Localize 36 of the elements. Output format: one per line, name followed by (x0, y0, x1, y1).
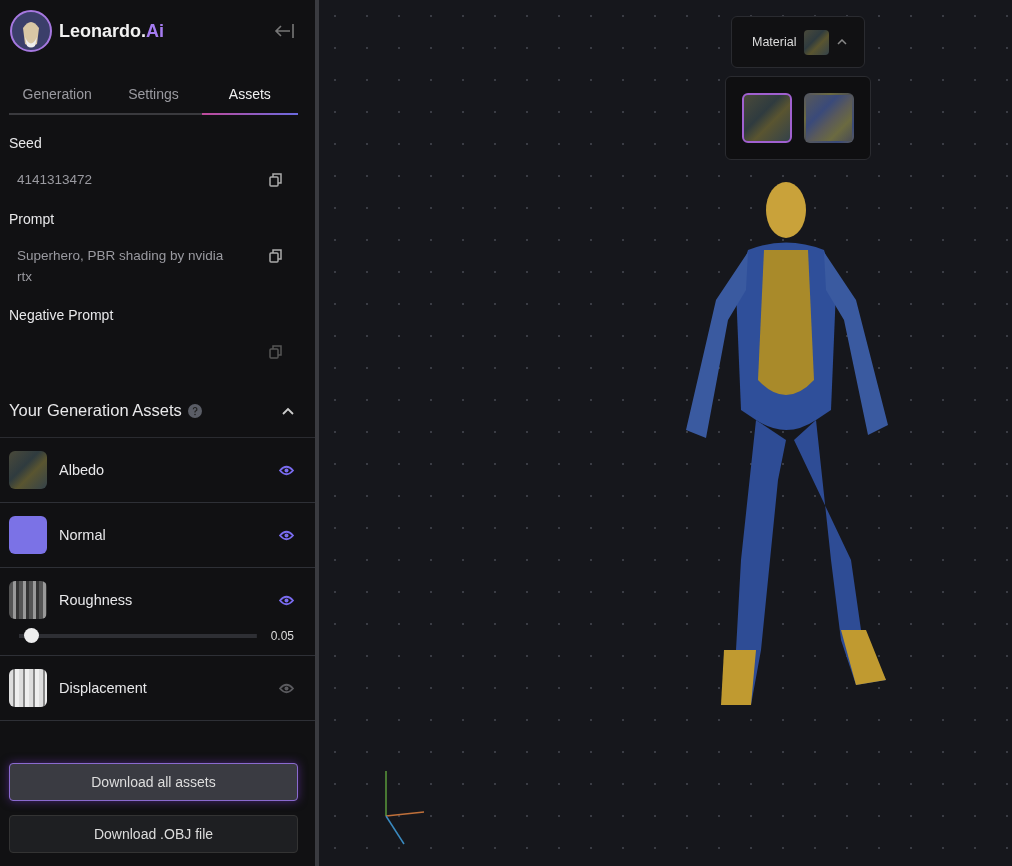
texture-thumbnail (9, 669, 47, 707)
asset-name: Roughness (59, 592, 134, 608)
texture-thumbnail (9, 451, 47, 489)
chevron-up-icon[interactable] (282, 406, 294, 415)
asset-name: Albedo (59, 462, 106, 478)
texture-thumbnail (9, 516, 47, 554)
eye-icon[interactable] (279, 464, 294, 476)
copy-icon[interactable] (269, 173, 282, 187)
tab[interactable]: Settings (105, 80, 202, 115)
seed-value: 4141313472 (17, 171, 94, 189)
download-button[interactable]: Download .OBJ file (9, 815, 298, 853)
slider-thumb[interactable] (23, 628, 39, 643)
tab[interactable]: Generation (9, 80, 106, 115)
logo-icon (10, 10, 52, 52)
material-option[interactable] (742, 93, 792, 143)
collapse-sidebar-icon[interactable] (273, 23, 295, 39)
prompt-value: Superhero, PBR shading by nvidia rtx (17, 247, 225, 286)
field-label: Seed (9, 135, 43, 151)
material-thumbnail (804, 29, 830, 55)
help-icon[interactable] (187, 403, 202, 418)
eye-icon[interactable] (279, 682, 294, 694)
copy-icon[interactable] (269, 249, 282, 263)
texture-thumbnail (9, 581, 47, 619)
download-button[interactable]: Download all assets (9, 763, 298, 801)
chevron-up-icon[interactable] (837, 39, 848, 45)
asset-name: Displacement (59, 680, 148, 696)
field-label: Negative Prompt (9, 307, 115, 323)
slider-value: 0.05 (270, 628, 294, 643)
asset-name: Normal (59, 527, 107, 543)
tab[interactable]: Assets (201, 80, 298, 115)
field-label: Prompt (9, 211, 56, 227)
brand-name: Leonardo.Ai (59, 20, 164, 42)
eye-icon[interactable] (279, 529, 294, 541)
eye-icon[interactable] (279, 594, 294, 606)
section-title: Your Generation Assets (9, 401, 182, 420)
material-dropdown[interactable]: Material (731, 16, 865, 68)
